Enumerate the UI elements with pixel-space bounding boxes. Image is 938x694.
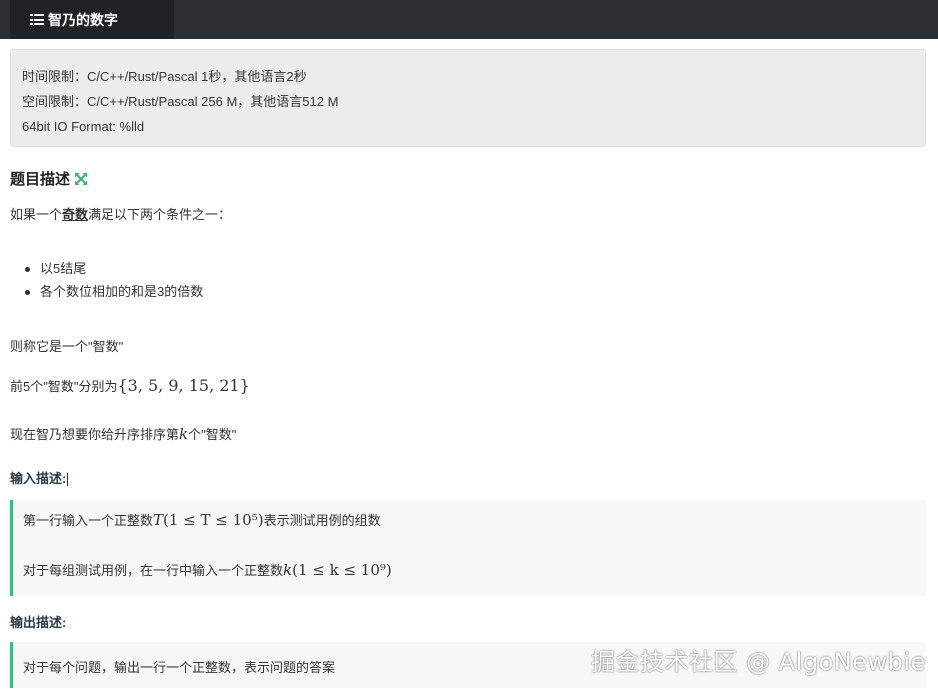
time-limit: 时间限制：C/C++/Rust/Pascal 1秒，其他语言2秒: [22, 69, 307, 84]
conditions-list: 以5结尾 各个数位相加的和是3的倍数: [24, 257, 203, 303]
list-icon: [30, 14, 44, 25]
first-five-set: {3, 5, 9, 15, 21}: [117, 376, 250, 395]
watermark: 掘金技术社区 @ AlgoNewbie: [591, 648, 926, 676]
limits-panel: 时间限制：C/C++/Rust/Pascal 1秒，其他语言2秒 空间限制：C/…: [10, 49, 926, 147]
description-title: 题目描述: [10, 171, 71, 188]
input-line-2: 对于每组测试用例，在一行中输入一个正整数k(1 ≤ k ≤ 10⁹): [23, 561, 392, 579]
expand-icon[interactable]: [74, 172, 88, 186]
odd-number-keyword: 奇数: [62, 207, 89, 222]
intro-paragraph: 如果一个奇数满足以下两个条件之一：: [10, 207, 232, 222]
output-heading: 输出描述:: [10, 615, 67, 630]
space-limit: 空间限制：C/C++/Rust/Pascal 256 M，其他语言512 M: [22, 94, 339, 109]
text-cursor: [67, 473, 69, 487]
description-heading: 题目描述: [10, 168, 88, 189]
called-paragraph: 则称它是一个"智数": [10, 339, 124, 354]
input-line-1: 第一行输入一个正整数T(1 ≤ T ≤ 10⁵)表示测试用例的组数: [23, 511, 381, 529]
input-heading: 输入描述:: [10, 471, 69, 487]
list-item: 以5结尾: [24, 257, 203, 280]
problem-tab[interactable]: 智乃的数字: [10, 0, 174, 39]
io-format: 64bit IO Format: %lld: [22, 119, 145, 134]
input-description-block: 第一行输入一个正整数T(1 ≤ T ≤ 10⁵)表示测试用例的组数 对于每组测试…: [10, 500, 926, 596]
top-navigation-bar: 智乃的数字: [0, 0, 938, 39]
first-five-paragraph: 前5个"智数"分别为{3, 5, 9, 15, 21}: [10, 376, 250, 395]
ask-paragraph: 现在智乃想要你给升序排序第k个"智数": [10, 425, 237, 443]
list-item: 各个数位相加的和是3的倍数: [24, 280, 203, 303]
problem-tab-label: 智乃的数字: [48, 11, 118, 28]
output-line-1: 对于每个问题，输出一行一个正整数，表示问题的答案: [23, 660, 336, 675]
k-variable: k: [179, 425, 189, 443]
